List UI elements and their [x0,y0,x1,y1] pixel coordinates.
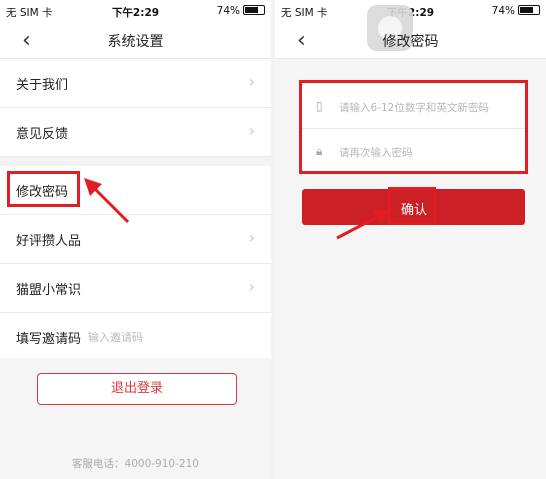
settings-item-label: 填写邀请码 [16,332,82,347]
highlight-box [299,80,528,174]
chevron-right-icon: › [248,121,255,140]
settings-item-feedback[interactable]: 意见反馈 › [0,108,271,157]
status-right: 74% [492,5,540,17]
highlight-box [7,171,80,207]
highlight-box [388,187,436,225]
nav-bar: ‹ 系统设置 [0,22,271,59]
chevron-right-icon: › [248,72,255,91]
settings-item-label: 意见反馈 [16,127,69,142]
settings-item-label: 猫盟小常识 [16,283,82,298]
section-gap [0,157,271,166]
nav-bar: ‹ 修改密码 [275,22,546,59]
arrow-icon [336,210,389,240]
settings-item-label: 关于我们 [16,78,69,93]
settings-screen: 无 SIM 卡 下午2:29 74% ‹ 系统设置 关于我们 › 意见反馈 › … [0,0,271,479]
status-bar: 无 SIM 卡 下午2:29 74% [0,0,271,22]
settings-item-rate[interactable]: 好评攒人品 › [0,215,271,264]
chevron-right-icon: › [248,277,255,296]
settings-item-label: 好评攒人品 [16,234,82,249]
logout-button[interactable]: 退出登录 [37,373,237,405]
settings-item-about[interactable]: 关于我们 › [0,59,271,108]
page-title: 修改密码 [382,34,439,50]
page-title: 系统设置 [107,34,164,50]
invite-code-input[interactable]: 输入邀请码 [88,329,143,345]
battery-icon [518,5,540,15]
battery-percent: 74% [216,5,240,17]
change-password-screen: 无 SIM 卡 下午2:29 74% ‹ 修改密码 ▯ 请输入6-12位数字和英… [275,0,546,479]
logout-area: 退出登录 客服电话：4000-910-210 [0,358,271,479]
battery-percent: 74% [491,5,515,17]
settings-item-tips[interactable]: 猫盟小常识 › [0,264,271,313]
battery-icon [243,5,265,15]
settings-item-invite[interactable]: 填写邀请码 输入邀请码 [0,313,271,361]
arrow-icon [84,178,130,224]
status-right: 74% [217,5,265,17]
hotline-text: 客服电话：4000-910-210 [72,458,199,470]
chevron-right-icon: › [248,228,255,247]
